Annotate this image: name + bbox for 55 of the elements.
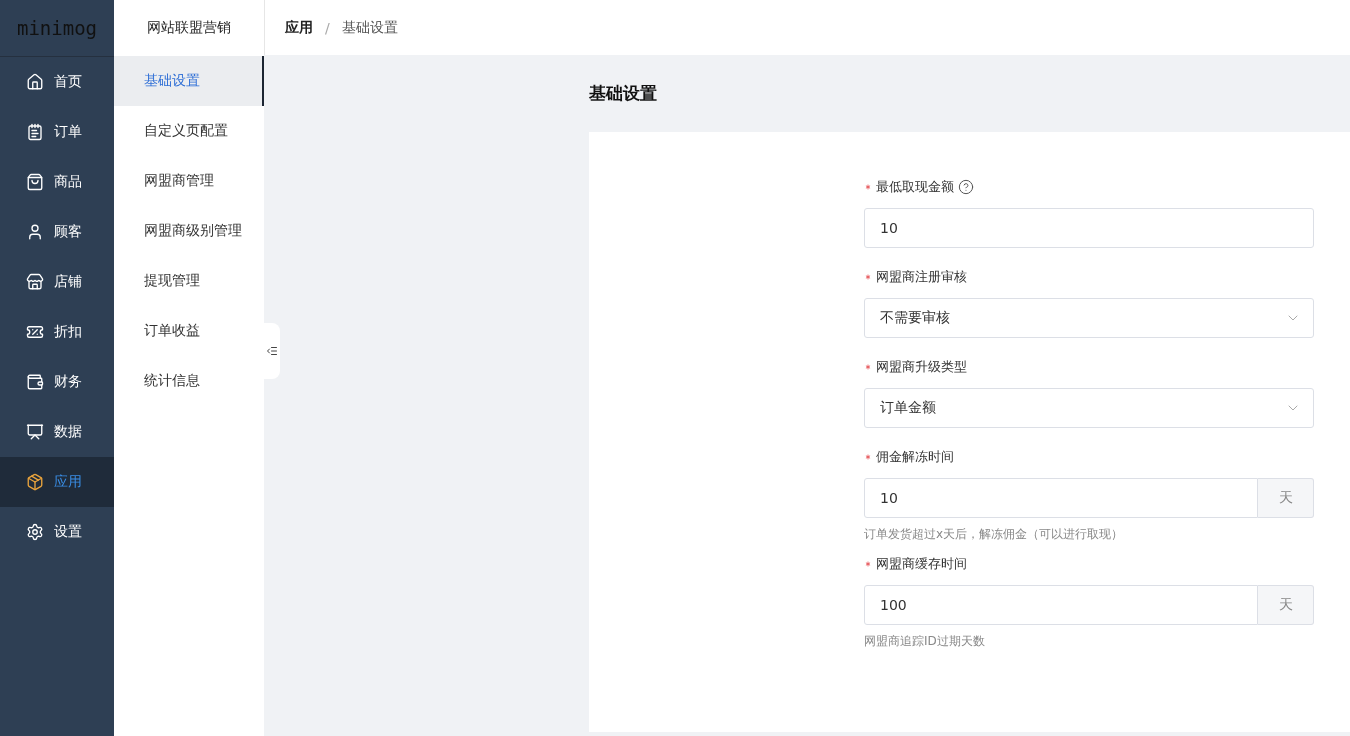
field-label: 佣金解冻时间 — [876, 448, 954, 466]
input-field[interactable]: 100 — [864, 585, 1258, 625]
select-value: 订单金额 — [880, 399, 936, 417]
nav-item[interactable]: 商品 — [0, 157, 114, 207]
nav-label: 订单 — [54, 123, 82, 141]
submenu-title: 网站联盟营销 — [146, 18, 232, 37]
field-label: 网盟商注册审核 — [876, 268, 967, 286]
nav-item[interactable]: 应用 — [0, 457, 114, 507]
nav-label: 折扣 — [54, 323, 82, 341]
breadcrumb-separator: / — [325, 19, 330, 36]
nav-label: 设置 — [54, 523, 82, 541]
settings-icon — [26, 523, 44, 541]
nav-label: 首页 — [54, 73, 82, 91]
input-field[interactable]: 10 — [864, 478, 1258, 518]
nav-label: 顾客 — [54, 223, 82, 241]
help-icon[interactable] — [958, 179, 974, 195]
store-icon — [26, 273, 44, 291]
chart-board-icon — [26, 423, 44, 441]
collapse-icon — [266, 345, 278, 357]
page-title: 基础设置 — [589, 82, 658, 105]
unit-addon: 天 — [1258, 585, 1314, 625]
nav-label: 店铺 — [54, 273, 82, 291]
select-field[interactable]: 订单金额 — [864, 388, 1314, 428]
breadcrumb-item[interactable]: 应用 — [285, 18, 313, 37]
field-hint: 订单发货超过x天后，解冻佣金（可以进行取现） — [864, 526, 1125, 543]
field-label: 网盟商升级类型 — [876, 358, 967, 376]
home-icon — [26, 73, 44, 91]
shopping-bag-icon — [26, 173, 44, 191]
select-value: 不需要审核 — [880, 309, 950, 327]
collapse-handle[interactable] — [264, 323, 280, 379]
nav-item[interactable]: 财务 — [0, 357, 114, 407]
nav-label: 应用 — [54, 473, 82, 491]
unit-addon: 天 — [1258, 478, 1314, 518]
ticket-icon — [26, 323, 44, 341]
input-field[interactable]: 10 — [864, 208, 1314, 248]
nav-item[interactable]: 首页 — [0, 57, 114, 107]
nav-label: 数据 — [54, 423, 82, 441]
nav-item[interactable]: 设置 — [0, 507, 114, 557]
wallet-icon — [26, 373, 44, 391]
nav-item[interactable]: 订单 — [0, 107, 114, 157]
nav-item[interactable]: 数据 — [0, 407, 114, 457]
field-label: 最低取现金额 — [876, 178, 954, 196]
nav-item[interactable]: 店铺 — [0, 257, 114, 307]
field-label: 网盟商缓存时间 — [876, 555, 967, 573]
field-hint: 网盟商追踪ID过期天数 — [864, 633, 986, 650]
nav-label: 财务 — [54, 373, 82, 391]
box-icon — [26, 473, 44, 491]
nav-label: 商品 — [54, 173, 82, 191]
user-icon — [26, 223, 44, 241]
document-icon — [26, 123, 44, 141]
nav-item[interactable]: 折扣 — [0, 307, 114, 357]
select-field[interactable]: 不需要审核 — [864, 298, 1314, 338]
submenu-item[interactable]: 基础设置 — [114, 56, 264, 106]
nav-item[interactable]: 顾客 — [0, 207, 114, 257]
breadcrumb-item: 基础设置 — [341, 18, 398, 37]
